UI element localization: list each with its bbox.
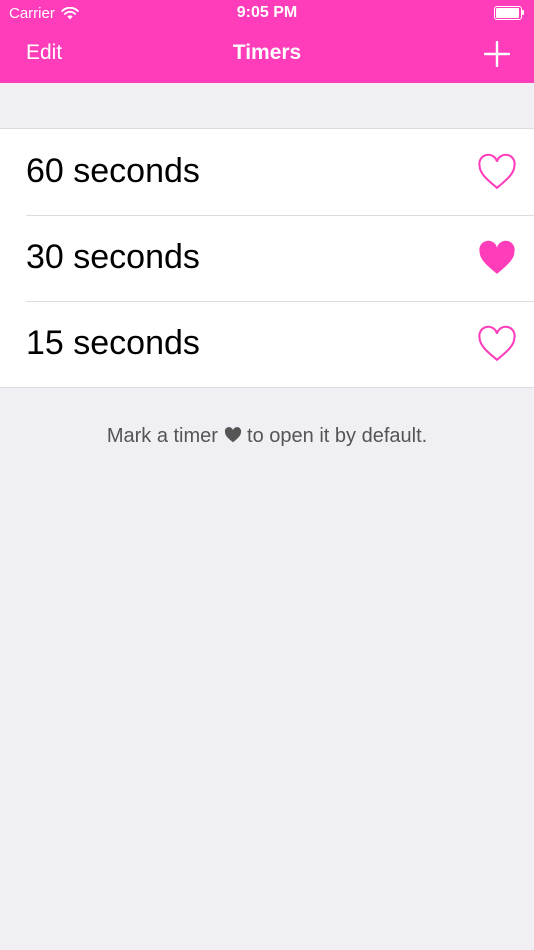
hint-text: Mark a timer to open it by default. (0, 425, 534, 448)
hint-text-before: Mark a timer (106, 425, 224, 447)
timer-row[interactable]: 15 seconds (0, 301, 534, 387)
timer-label: 60 seconds (26, 152, 200, 190)
heart-filled-icon[interactable] (478, 239, 516, 277)
timer-row[interactable]: 30 seconds (0, 215, 534, 301)
heart-outline-icon[interactable] (478, 325, 516, 363)
navigation-bar: Edit Timers (0, 28, 534, 83)
timer-label: 15 seconds (26, 324, 200, 362)
status-time: 9:05 PM (236, 4, 298, 21)
plus-icon[interactable] (484, 41, 510, 67)
page-title: Timers (232, 41, 302, 64)
status-bar: Carrier 9:05 PM (0, 0, 534, 28)
timer-label: 30 seconds (26, 238, 200, 276)
hint-text-after: to open it by default. (241, 425, 428, 447)
header: Carrier 9:05 PM Edit Timers (0, 0, 534, 83)
timer-row[interactable]: 60 seconds (0, 129, 534, 215)
heart-icon (224, 427, 241, 443)
battery-full-icon (494, 6, 524, 20)
timer-list: 60 seconds 30 seconds 15 seconds (0, 128, 534, 388)
heart-outline-icon[interactable] (478, 153, 516, 191)
